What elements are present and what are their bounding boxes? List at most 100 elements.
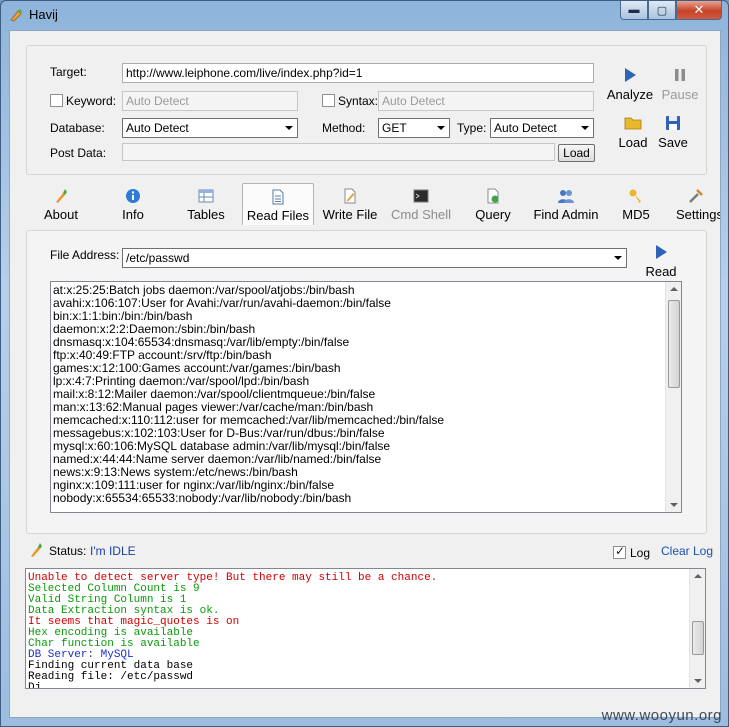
log-line: Dj...: [28, 682, 62, 689]
load-post-data-button[interactable]: Load: [558, 144, 595, 162]
chevron-down-icon: [437, 126, 445, 130]
read-file-label: Read: [645, 264, 677, 279]
tab-settings-label: Settings: [676, 207, 720, 222]
type-label: Type:: [457, 121, 487, 135]
scroll-down-arrow-icon[interactable]: [694, 679, 702, 683]
folder-icon: [624, 117, 642, 130]
tab-about-label: About: [44, 207, 78, 222]
tab-settings[interactable]: Settings: [676, 183, 720, 225]
read-file-button[interactable]: Read: [641, 243, 681, 279]
keyword-input[interactable]: Auto Detect: [122, 91, 298, 111]
method-label: Method:: [322, 121, 366, 135]
log-lines: Unable to detect server type! But there …: [26, 569, 705, 689]
scroll-down-arrow-icon[interactable]: [670, 503, 678, 507]
window-title: Havij: [29, 7, 58, 22]
tab-read-files[interactable]: Read Files: [242, 183, 314, 225]
file-content-scrollbar[interactable]: [665, 282, 681, 512]
method-value: GET: [382, 121, 407, 135]
users-icon: [558, 190, 574, 203]
target-label: Target:: [50, 65, 87, 79]
chevron-down-icon: [285, 126, 293, 130]
info-icon: [126, 189, 140, 203]
type-value: Auto Detect: [494, 121, 557, 135]
havij-app-icon: [10, 9, 22, 22]
query-icon: [487, 188, 499, 204]
status-value: I'm IDLE: [90, 544, 136, 558]
file-address-value: /etc/passwd: [126, 251, 190, 265]
load-project-button[interactable]: Load: [615, 114, 651, 150]
tab-write-file-label: Write File: [322, 207, 378, 222]
syntax-label: Syntax:: [338, 94, 379, 108]
analyze-label: Analyze: [606, 87, 654, 102]
syntax-input[interactable]: Auto Detect: [378, 91, 594, 111]
tab-about[interactable]: About: [32, 183, 90, 225]
file-content-box[interactable]: at:x:25:25:Batch jobs daemon:/var/spool/…: [50, 281, 682, 513]
tab-write-file[interactable]: Write File: [318, 183, 382, 225]
tab-query-label: Query: [475, 207, 511, 222]
chevron-down-icon: [581, 126, 589, 130]
tab-cmd-shell[interactable]: Cmd Shell: [388, 183, 454, 225]
type-select[interactable]: Auto Detect: [490, 118, 594, 138]
minimize-button[interactable]: ▬: [620, 1, 648, 20]
analyze-button[interactable]: Analyze: [605, 66, 655, 102]
havij-carrot-icon: [56, 189, 67, 203]
pause-button[interactable]: Pause: [659, 66, 701, 102]
table-icon: [198, 189, 214, 203]
tab-query[interactable]: Query: [468, 183, 518, 225]
save-project-button[interactable]: Save: [655, 114, 691, 150]
file-content-lines: at:x:25:25:Batch jobs daemon:/var/spool/…: [51, 282, 681, 505]
method-select[interactable]: GET: [378, 118, 450, 138]
post-data-label: Post Data:: [50, 146, 107, 160]
clear-log-link[interactable]: Clear Log: [661, 544, 713, 558]
tab-cmd-shell-label: Cmd Shell: [391, 207, 451, 222]
log-label: Log: [630, 546, 651, 560]
syntax-checkbox[interactable]: [322, 94, 335, 107]
floppy-disk-icon: [666, 116, 680, 130]
maximize-button[interactable]: ▢: [648, 1, 676, 20]
close-button[interactable]: ✕: [676, 1, 722, 20]
file-content-line: nobody:x:65534:65533:nobody:/var/lib/nob…: [53, 491, 352, 505]
key-icon: [629, 189, 641, 203]
pause-label: Pause: [661, 87, 699, 102]
save-project-label: Save: [658, 135, 688, 150]
scroll-thumb[interactable]: [692, 621, 704, 655]
log-scrollbar[interactable]: [689, 569, 705, 688]
client-area: Target: http://www.leiphone.com/live/ind…: [9, 30, 721, 718]
tab-find-admin-label: Find Admin: [533, 207, 599, 222]
read-files-panel: File Address: /etc/passwd Read at:x:25:2…: [26, 230, 707, 534]
file-address-label: File Address:: [50, 248, 120, 262]
scroll-thumb[interactable]: [668, 300, 680, 388]
keyword-checkbox[interactable]: [50, 94, 63, 107]
chevron-down-icon: [614, 256, 622, 260]
tab-md5-label: MD5: [622, 207, 650, 222]
post-data-input[interactable]: [122, 143, 555, 161]
tab-tables[interactable]: Tables: [176, 183, 236, 225]
log-output[interactable]: Unable to detect server type! But there …: [25, 568, 706, 689]
tab-find-admin[interactable]: Find Admin: [528, 183, 604, 225]
document-icon: [272, 189, 284, 205]
play-icon: [656, 245, 667, 259]
target-panel: Target: http://www.leiphone.com/live/ind…: [26, 45, 707, 175]
status-carrot-icon: [31, 543, 42, 557]
terminal-icon: [413, 189, 429, 203]
tab-info[interactable]: Info: [108, 183, 158, 225]
load-project-label: Load: [618, 135, 648, 150]
database-value: Auto Detect: [126, 121, 189, 135]
file-address-input[interactable]: /etc/passwd: [122, 248, 627, 268]
tab-read-files-label: Read Files: [246, 208, 310, 223]
title-bar[interactable]: Havij ▬ ▢ ✕: [1, 1, 728, 29]
tab-md5[interactable]: MD5: [616, 183, 656, 225]
database-label: Database:: [50, 121, 105, 135]
play-icon: [625, 68, 636, 82]
database-select[interactable]: Auto Detect: [122, 118, 298, 138]
pencil-document-icon: [344, 188, 356, 204]
tools-icon: [689, 189, 703, 203]
watermark: www.wooyun.org: [601, 707, 722, 724]
app-window: Havij ▬ ▢ ✕ Target: http://www.leiphone.…: [0, 0, 729, 727]
log-checkbox[interactable]: [613, 544, 626, 559]
log-line: Reading file: /etc/passwd: [28, 671, 194, 683]
scroll-up-arrow-icon[interactable]: [670, 287, 678, 291]
status-label: Status:: [49, 544, 87, 558]
scroll-up-arrow-icon[interactable]: [694, 574, 702, 578]
target-input[interactable]: http://www.leiphone.com/live/index.php?i…: [122, 63, 594, 83]
